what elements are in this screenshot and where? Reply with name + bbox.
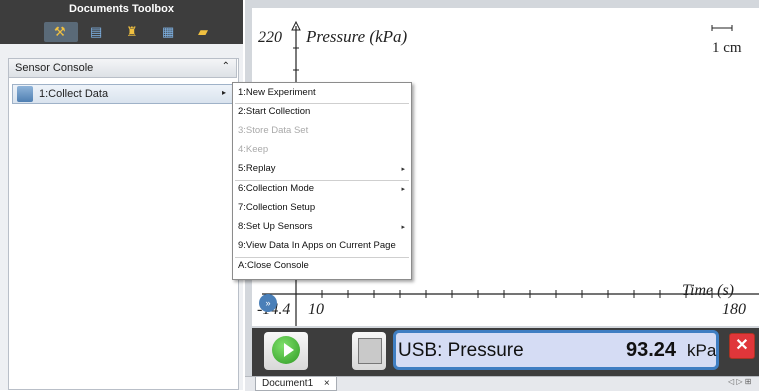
menu-separator (235, 180, 409, 181)
sensor-console-panel (8, 58, 239, 390)
toolbox-title: Documents Toolbox (69, 3, 174, 15)
sensor-unit: kPa (687, 341, 717, 360)
library-icon: ▦ (162, 24, 175, 39)
menu-item[interactable]: 2:Start Collection (238, 106, 310, 117)
menu-item[interactable]: A:Close Console (238, 260, 309, 271)
tools-tab[interactable]: ⚒ (44, 22, 78, 42)
menu-item[interactable]: 1:New Experiment (238, 87, 316, 98)
pages-tab[interactable]: ▤ (80, 22, 114, 42)
probe-icon: ♜ (126, 24, 138, 39)
collect-data-menu: 1:New Experiment 2:Start Collection 3:Stor… (232, 82, 412, 280)
menu-item: 4:Keep (238, 144, 269, 155)
menu-item[interactable]: 8:Set Up Sensors (238, 221, 312, 232)
x-axis-max-label: 180 (722, 301, 746, 318)
x-axis-tick-label: 10 (308, 301, 324, 318)
menu-item[interactable]: 9:View Data In Apps on Current Page (238, 240, 396, 251)
submenu-arrow-icon: ▸ (221, 88, 226, 97)
sensor-console-title: Sensor Console (15, 62, 94, 74)
sensor-name: USB: Pressure (398, 340, 524, 361)
menu-item: 3:Store Data Set (238, 125, 309, 136)
expand-icon[interactable]: » (259, 294, 277, 312)
collapse-icon[interactable]: ⌃ (222, 61, 230, 72)
probe-tab[interactable]: ♜ (116, 22, 150, 42)
save-disk-icon (358, 338, 382, 364)
document-tab-label: Document1 (262, 378, 314, 389)
submenu-arrow-icon: ▸ (401, 224, 405, 231)
scale-label: 1 cm (712, 40, 742, 56)
pages-icon: ▤ (90, 24, 103, 39)
document-close-icon[interactable]: × (324, 378, 330, 389)
menu-item[interactable]: 6:Collection Mode (238, 183, 314, 194)
menu-item[interactable]: 7:Collection Setup (238, 202, 315, 213)
submenu-arrow-icon: ▸ (401, 186, 405, 193)
document-tab[interactable]: Document1 × (255, 377, 337, 391)
menu-separator (235, 257, 409, 258)
menu-item[interactable]: 5:Replay (238, 163, 276, 174)
library-tab[interactable]: ▦ (152, 22, 186, 42)
submenu-arrow-icon: ▸ (401, 166, 405, 173)
play-triangle-icon (284, 343, 294, 357)
page-nav-icons[interactable]: ◁ ▷ ⊞ (728, 377, 751, 386)
menu-separator (235, 103, 409, 104)
y-axis-label: Pressure (kPa) (306, 27, 408, 46)
x-axis-label: Time (s) (682, 282, 734, 299)
y-axis-max-label: 220 (258, 29, 282, 46)
folder-icon: ▰ (198, 24, 208, 39)
collect-data-icon (17, 86, 33, 102)
collect-data-label: 1:Collect Data (39, 88, 109, 100)
folder-tab[interactable]: ▰ (188, 22, 222, 42)
sensor-console-header[interactable]: Sensor Console ⌃ (8, 58, 237, 78)
sensor-value: 93.24 (626, 339, 677, 361)
collect-data-item[interactable]: 1:Collect Data ▸ (12, 84, 233, 104)
tools-icon: ⚒ (54, 24, 66, 39)
close-console-button[interactable]: ✕ (729, 333, 755, 359)
